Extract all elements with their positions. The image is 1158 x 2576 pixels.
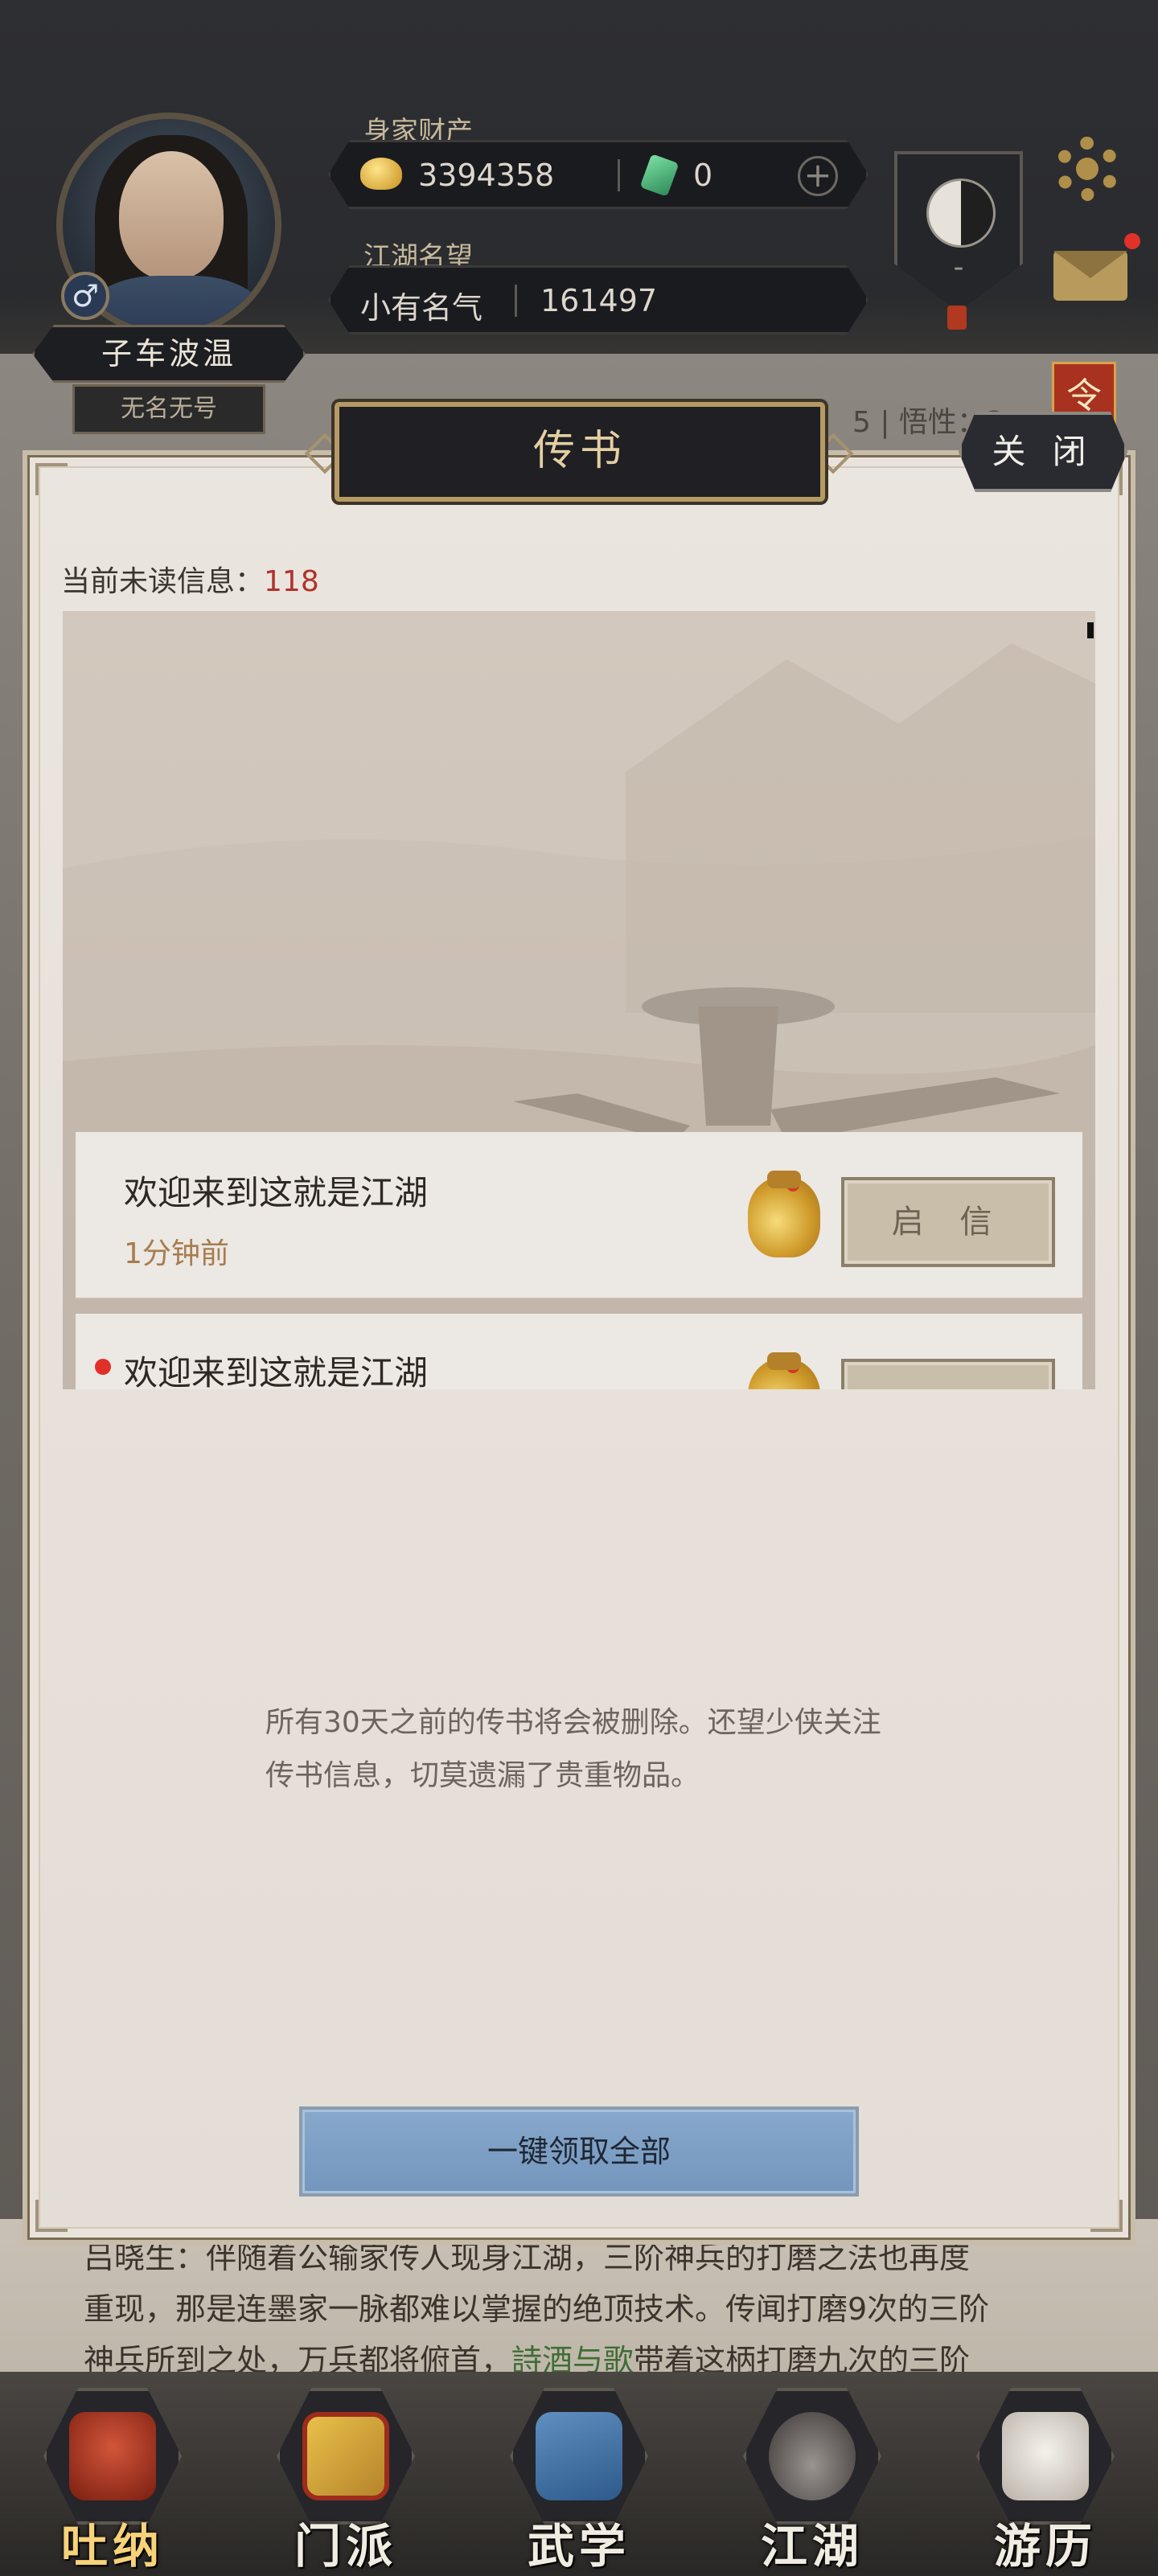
taiji-level: -	[953, 251, 964, 284]
message-title: 欢迎来到这就是江湖	[124, 1173, 429, 1212]
message-item[interactable]: 欢迎来到这就是江湖	[76, 1314, 1082, 1389]
reward-bag-icon	[748, 1171, 820, 1257]
mail-notification-dot	[1124, 233, 1140, 249]
nav-item-sect[interactable]: 门派	[265, 2380, 426, 2574]
reputation-value: 161497	[540, 283, 658, 318]
nav-label: 门派	[294, 2519, 397, 2574]
deletion-notice: 所有30天之前的传书将会被删除。还望少侠关注传书信息，切莫遗漏了贵重物品。	[265, 1706, 881, 1792]
corner-ornament	[1090, 2200, 1123, 2232]
corner-ornament	[35, 2200, 68, 2232]
gold-ingot-icon	[360, 158, 402, 190]
claim-all-button[interactable]: 一键领取全部	[299, 2106, 859, 2197]
story-text: 吕晓生：伴随着公输家传人现身江湖，三阶神兵的打磨之法也再度 重现，那是连墨家一脉…	[84, 2232, 1081, 2386]
corner-ornament	[35, 463, 68, 495]
male-gender-icon: ♂	[61, 272, 109, 320]
nav-label: 武学	[527, 2519, 630, 2574]
unread-dot-icon	[95, 1359, 111, 1375]
meditation-icon	[69, 2412, 156, 2500]
tassel-decoration	[947, 306, 967, 330]
nav-label: 江湖	[760, 2519, 864, 2574]
gear-icon[interactable]	[1055, 137, 1119, 201]
reward-bag-icon	[748, 1352, 820, 1389]
jade-value: 0	[693, 158, 713, 193]
bamboo-hat-icon	[769, 2412, 856, 2500]
taiji-icon	[926, 178, 996, 248]
wealth-bar	[328, 140, 868, 209]
nav-item-martial[interactable]: 武学	[499, 2380, 659, 2574]
wealth-divider	[618, 159, 620, 191]
reputation-divider	[515, 285, 517, 317]
nav-item-jianghu[interactable]: 江湖	[732, 2380, 893, 2574]
close-button[interactable]: 关 闭	[959, 412, 1127, 492]
message-time: 1分钟前	[124, 1237, 229, 1270]
avatar-face	[119, 151, 224, 280]
unread-label: 当前未读信息：	[61, 565, 265, 598]
add-currency-button[interactable]: +	[798, 156, 838, 196]
message-item[interactable]: 欢迎来到这就是江湖 1分钟前 启 信	[76, 1132, 1082, 1298]
message-title: 欢迎来到这就是江湖	[124, 1353, 429, 1389]
gold-value: 3394358	[418, 158, 555, 193]
message-item-clip: 欢迎来到这就是江湖	[76, 1314, 1082, 1389]
unread-count-line: 当前未读信息：118	[61, 558, 319, 600]
open-letter-button[interactable]	[841, 1359, 1055, 1389]
nav-item-tuna[interactable]: 吐纳	[32, 2380, 193, 2574]
nav-label: 游历	[993, 2519, 1097, 2574]
nav-label: 吐纳	[60, 2519, 164, 2574]
player-name: 子车波温	[32, 325, 306, 383]
unread-count: 118	[264, 565, 319, 598]
sect-banner-icon	[302, 2412, 389, 2500]
nav-item-travel[interactable]: 游历	[965, 2380, 1126, 2574]
horse-icon	[1002, 2412, 1089, 2500]
story-line-2: 重现，那是连墨家一脉都难以掌握的绝顶技术。传闻打磨9次的三阶	[84, 2291, 990, 2327]
modal-title: 传书	[335, 402, 825, 502]
martial-book-icon	[536, 2412, 622, 2500]
mail-icon[interactable]	[1053, 251, 1127, 301]
reputation-rank: 小有名气	[360, 290, 483, 326]
open-letter-button[interactable]: 启 信	[841, 1177, 1055, 1267]
scrollbar-thumb[interactable]	[1087, 622, 1094, 638]
player-title: 无名无号	[72, 384, 265, 434]
